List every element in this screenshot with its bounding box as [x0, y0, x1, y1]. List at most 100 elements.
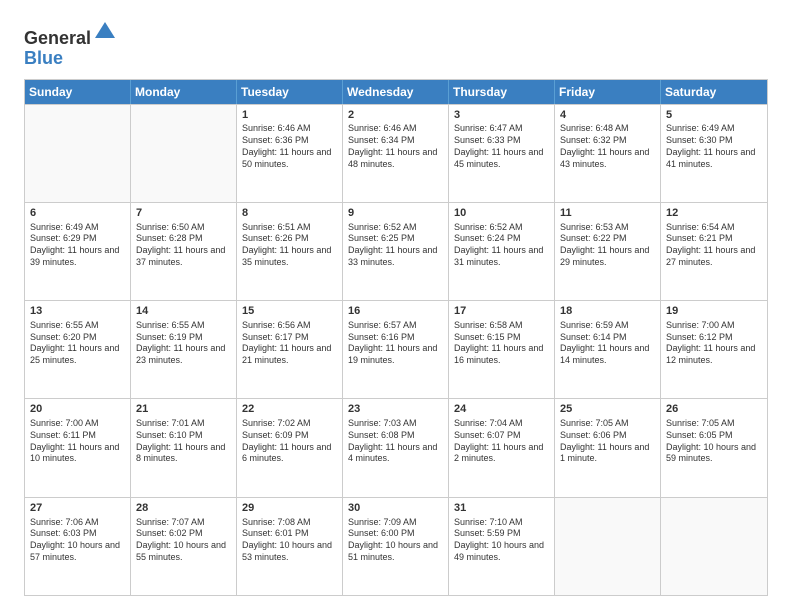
day-number: 29: [242, 501, 337, 516]
cell-content: Sunrise: 7:06 AMSunset: 6:03 PMDaylight:…: [30, 517, 125, 564]
calendar-cell: 22Sunrise: 7:02 AMSunset: 6:09 PMDayligh…: [237, 399, 343, 496]
calendar-cell: 3Sunrise: 6:47 AMSunset: 6:33 PMDaylight…: [449, 105, 555, 202]
logo-general: General: [24, 28, 91, 48]
calendar-cell: 14Sunrise: 6:55 AMSunset: 6:19 PMDayligh…: [131, 301, 237, 398]
header-cell-friday: Friday: [555, 80, 661, 104]
calendar-cell: 15Sunrise: 6:56 AMSunset: 6:17 PMDayligh…: [237, 301, 343, 398]
cell-content: Sunrise: 6:58 AMSunset: 6:15 PMDaylight:…: [454, 320, 549, 367]
calendar-cell: 10Sunrise: 6:52 AMSunset: 6:24 PMDayligh…: [449, 203, 555, 300]
cell-content: Sunrise: 6:57 AMSunset: 6:16 PMDaylight:…: [348, 320, 443, 367]
day-number: 1: [242, 108, 337, 123]
calendar-row: 6Sunrise: 6:49 AMSunset: 6:29 PMDaylight…: [25, 202, 767, 300]
day-number: 30: [348, 501, 443, 516]
calendar-cell: 21Sunrise: 7:01 AMSunset: 6:10 PMDayligh…: [131, 399, 237, 496]
logo-blue: Blue: [24, 48, 63, 68]
day-number: 3: [454, 108, 549, 123]
day-number: 16: [348, 304, 443, 319]
cell-content: Sunrise: 6:46 AMSunset: 6:36 PMDaylight:…: [242, 123, 337, 170]
header-cell-thursday: Thursday: [449, 80, 555, 104]
calendar-cell: [25, 105, 131, 202]
day-number: 28: [136, 501, 231, 516]
cell-content: Sunrise: 6:53 AMSunset: 6:22 PMDaylight:…: [560, 222, 655, 269]
calendar-cell: 1Sunrise: 6:46 AMSunset: 6:36 PMDaylight…: [237, 105, 343, 202]
day-number: 19: [666, 304, 762, 319]
calendar-cell: 16Sunrise: 6:57 AMSunset: 6:16 PMDayligh…: [343, 301, 449, 398]
calendar-cell: 7Sunrise: 6:50 AMSunset: 6:28 PMDaylight…: [131, 203, 237, 300]
day-number: 18: [560, 304, 655, 319]
calendar-cell: 12Sunrise: 6:54 AMSunset: 6:21 PMDayligh…: [661, 203, 767, 300]
cell-content: Sunrise: 7:08 AMSunset: 6:01 PMDaylight:…: [242, 517, 337, 564]
day-number: 12: [666, 206, 762, 221]
cell-content: Sunrise: 7:10 AMSunset: 5:59 PMDaylight:…: [454, 517, 549, 564]
cell-content: Sunrise: 6:55 AMSunset: 6:19 PMDaylight:…: [136, 320, 231, 367]
header-cell-wednesday: Wednesday: [343, 80, 449, 104]
header-cell-monday: Monday: [131, 80, 237, 104]
calendar-header: SundayMondayTuesdayWednesdayThursdayFrid…: [25, 80, 767, 104]
day-number: 8: [242, 206, 337, 221]
cell-content: Sunrise: 6:50 AMSunset: 6:28 PMDaylight:…: [136, 222, 231, 269]
cell-content: Sunrise: 6:46 AMSunset: 6:34 PMDaylight:…: [348, 123, 443, 170]
calendar-cell: 5Sunrise: 6:49 AMSunset: 6:30 PMDaylight…: [661, 105, 767, 202]
day-number: 11: [560, 206, 655, 221]
header-cell-sunday: Sunday: [25, 80, 131, 104]
calendar-cell: 8Sunrise: 6:51 AMSunset: 6:26 PMDaylight…: [237, 203, 343, 300]
day-number: 25: [560, 402, 655, 417]
day-number: 10: [454, 206, 549, 221]
calendar-cell: [131, 105, 237, 202]
calendar-cell: 27Sunrise: 7:06 AMSunset: 6:03 PMDayligh…: [25, 498, 131, 595]
cell-content: Sunrise: 6:47 AMSunset: 6:33 PMDaylight:…: [454, 123, 549, 170]
day-number: 5: [666, 108, 762, 123]
day-number: 31: [454, 501, 549, 516]
cell-content: Sunrise: 7:02 AMSunset: 6:09 PMDaylight:…: [242, 418, 337, 465]
cell-content: Sunrise: 7:01 AMSunset: 6:10 PMDaylight:…: [136, 418, 231, 465]
calendar-cell: 17Sunrise: 6:58 AMSunset: 6:15 PMDayligh…: [449, 301, 555, 398]
calendar-cell: 11Sunrise: 6:53 AMSunset: 6:22 PMDayligh…: [555, 203, 661, 300]
calendar-row: 1Sunrise: 6:46 AMSunset: 6:36 PMDaylight…: [25, 104, 767, 202]
calendar-row: 20Sunrise: 7:00 AMSunset: 6:11 PMDayligh…: [25, 398, 767, 496]
calendar-body: 1Sunrise: 6:46 AMSunset: 6:36 PMDaylight…: [25, 104, 767, 595]
cell-content: Sunrise: 6:49 AMSunset: 6:30 PMDaylight:…: [666, 123, 762, 170]
cell-content: Sunrise: 7:07 AMSunset: 6:02 PMDaylight:…: [136, 517, 231, 564]
cell-content: Sunrise: 6:56 AMSunset: 6:17 PMDaylight:…: [242, 320, 337, 367]
calendar-cell: 20Sunrise: 7:00 AMSunset: 6:11 PMDayligh…: [25, 399, 131, 496]
day-number: 7: [136, 206, 231, 221]
calendar-cell: 24Sunrise: 7:04 AMSunset: 6:07 PMDayligh…: [449, 399, 555, 496]
day-number: 9: [348, 206, 443, 221]
day-number: 6: [30, 206, 125, 221]
calendar: SundayMondayTuesdayWednesdayThursdayFrid…: [24, 79, 768, 596]
calendar-cell: 26Sunrise: 7:05 AMSunset: 6:05 PMDayligh…: [661, 399, 767, 496]
calendar-cell: 23Sunrise: 7:03 AMSunset: 6:08 PMDayligh…: [343, 399, 449, 496]
logo-icon: [93, 20, 117, 44]
calendar-cell: 31Sunrise: 7:10 AMSunset: 5:59 PMDayligh…: [449, 498, 555, 595]
calendar-cell: [661, 498, 767, 595]
cell-content: Sunrise: 7:09 AMSunset: 6:00 PMDaylight:…: [348, 517, 443, 564]
header-cell-tuesday: Tuesday: [237, 80, 343, 104]
cell-content: Sunrise: 7:05 AMSunset: 6:06 PMDaylight:…: [560, 418, 655, 465]
day-number: 22: [242, 402, 337, 417]
cell-content: Sunrise: 7:03 AMSunset: 6:08 PMDaylight:…: [348, 418, 443, 465]
cell-content: Sunrise: 6:52 AMSunset: 6:24 PMDaylight:…: [454, 222, 549, 269]
calendar-cell: [555, 498, 661, 595]
calendar-cell: 6Sunrise: 6:49 AMSunset: 6:29 PMDaylight…: [25, 203, 131, 300]
calendar-cell: 29Sunrise: 7:08 AMSunset: 6:01 PMDayligh…: [237, 498, 343, 595]
day-number: 15: [242, 304, 337, 319]
day-number: 13: [30, 304, 125, 319]
calendar-row: 27Sunrise: 7:06 AMSunset: 6:03 PMDayligh…: [25, 497, 767, 595]
day-number: 27: [30, 501, 125, 516]
cell-content: Sunrise: 6:48 AMSunset: 6:32 PMDaylight:…: [560, 123, 655, 170]
cell-content: Sunrise: 6:52 AMSunset: 6:25 PMDaylight:…: [348, 222, 443, 269]
header-cell-saturday: Saturday: [661, 80, 767, 104]
cell-content: Sunrise: 7:05 AMSunset: 6:05 PMDaylight:…: [666, 418, 762, 465]
calendar-cell: 9Sunrise: 6:52 AMSunset: 6:25 PMDaylight…: [343, 203, 449, 300]
day-number: 24: [454, 402, 549, 417]
day-number: 26: [666, 402, 762, 417]
cell-content: Sunrise: 7:04 AMSunset: 6:07 PMDaylight:…: [454, 418, 549, 465]
day-number: 2: [348, 108, 443, 123]
cell-content: Sunrise: 6:59 AMSunset: 6:14 PMDaylight:…: [560, 320, 655, 367]
day-number: 17: [454, 304, 549, 319]
calendar-cell: 25Sunrise: 7:05 AMSunset: 6:06 PMDayligh…: [555, 399, 661, 496]
day-number: 14: [136, 304, 231, 319]
day-number: 23: [348, 402, 443, 417]
calendar-cell: 28Sunrise: 7:07 AMSunset: 6:02 PMDayligh…: [131, 498, 237, 595]
logo: General Blue: [24, 20, 117, 69]
